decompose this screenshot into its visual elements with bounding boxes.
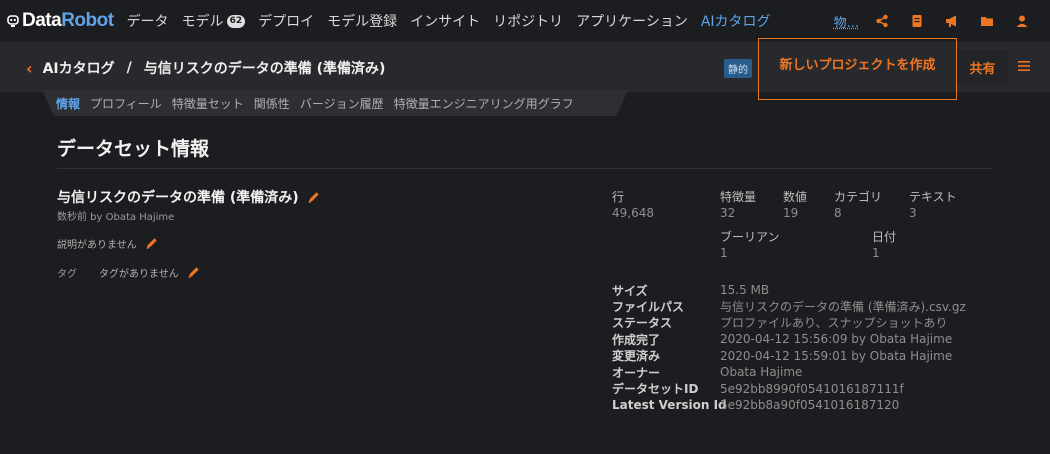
tab-feature-sets[interactable]: 特徴量セット [172,95,244,112]
tab-profile[interactable]: プロフィール [90,95,162,112]
stat-features-label: 特徴量 [720,190,757,204]
notebook-icon[interactable] [910,14,924,28]
page-title: 与信リスクのデータの準備 (準備済み) [143,61,386,77]
nav-ai-catalog[interactable]: AIカタログ [701,11,771,31]
nav-data[interactable]: データ [127,11,169,31]
tab-info[interactable]: 情報 [56,95,80,112]
stat-text-label: テキスト [909,190,957,204]
divider [57,168,992,169]
stat-text: テキスト 3 [909,188,957,220]
stat-category-value: 8 [834,206,842,220]
stat-rows-label: 行 [612,190,625,204]
dataset-metadata: サイズ 15.5 MB ファイルパス 与信リスクのデータの準備 (準備済み).csv… [612,282,966,413]
static-badge: 静的 [724,59,752,78]
section-title: データセット情報 [57,138,210,160]
tags-label: タグ [57,269,77,280]
nav-repository[interactable]: リポジトリ [493,11,563,31]
megaphone-icon[interactable] [945,14,959,28]
stat-boolean-label: ブーリアン [720,230,780,244]
nav-model-registry[interactable]: モデル登録 [327,11,397,31]
tab-relationships[interactable]: 関係性 [254,95,290,112]
meta-row-created: 作成完了 2020-04-12 15:56:09 by Obata Hajime [612,332,953,347]
tags-value: タグがありません [99,269,179,280]
stat-rows: 行 49,648 [612,188,654,220]
nav-more-link[interactable]: 物... [834,12,859,31]
stat-category: カテゴリ 8 [834,188,882,220]
share-button[interactable]: 共有 [957,50,1008,84]
stat-text-value: 3 [909,206,917,220]
breadcrumb-separator: / [126,60,132,76]
dataset-description: 説明がありません [57,236,158,251]
description-text: 説明がありません [57,240,137,251]
share-icon[interactable] [875,14,889,28]
meta-row-owner: オーナー Obata Hajime [612,365,803,380]
meta-row-status: ステータス プロファイルあり、スナップショットあり [612,316,948,331]
stat-boolean: ブーリアン 1 [720,228,780,260]
edit-name-pencil-icon[interactable] [307,191,320,204]
create-project-button[interactable]: 新しいプロジェクトを作成 [758,38,957,100]
models-count-badge: 62 [226,14,246,28]
stat-numeric-label: 数値 [783,190,808,204]
nav-insights[interactable]: インサイト [410,11,480,31]
nav-deployments[interactable]: デプロイ [258,11,314,31]
stat-boolean-value: 1 [720,246,728,260]
folder-icon[interactable] [980,14,994,28]
breadcrumb-ai-catalog[interactable]: AIカタログ [43,58,115,78]
stat-date-value: 1 [872,246,880,260]
tab-version-history[interactable]: バージョン履歴 [300,95,384,112]
stat-features: 特徴量 32 [720,188,756,220]
edit-description-pencil-icon[interactable] [145,237,158,250]
nav-models[interactable]: モデル 62 [182,11,246,31]
top-nav: DataRobot データ モデル 62 デプロイ モデル登録 インサイト リポジ… [0,0,1050,42]
meta-row-modified: 変更済み 2020-04-12 15:59:01 by Obata Hajime [612,348,953,364]
stat-numeric-value: 19 [783,206,799,220]
breadcrumb: ‹ AIカタログ / 与信リスクのデータの準備 (準備済み) [26,58,385,78]
stat-numeric: 数値 19 [783,188,807,220]
tab-feature-engineering-graph[interactable]: 特徴量エンジニアリング用グラフ [394,95,574,112]
user-icon[interactable] [1015,14,1029,28]
dataset-tags: タグ タグがありません [57,265,200,280]
chevron-left-icon[interactable]: ‹ [26,59,33,78]
meta-row-dataset-id: データセットID 5e92bb8990f0541016187111f [612,381,904,397]
stat-category-label: カテゴリ [834,190,883,204]
stat-rows-value: 49,648 [612,206,654,220]
dataset-name: 与信リスクのデータの準備 (準備済み) [57,187,320,207]
nav-applications[interactable]: アプリケーション [576,11,688,31]
dataset-tabs: 情報 プロフィール 特徴量セット 関係性 バージョン履歴 特徴量エンジニアリング… [42,90,628,116]
edit-tags-pencil-icon[interactable] [187,266,200,279]
hamburger-menu-icon[interactable] [1018,60,1030,72]
meta-row-latest-version-id: Latest Version Id 5e92bb8a90f054101618712… [612,397,900,412]
meta-row-size: サイズ 15.5 MB [612,283,770,298]
robot-icon [7,15,19,27]
dataset-header: ‹ AIカタログ / 与信リスクのデータの準備 (準備済み) 静的 新しいプロジ… [0,38,1050,100]
meta-row-file-path: ファイルパス 与信リスクのデータの準備 (準備済み).csv.gz [612,300,966,315]
dataset-name-text: 与信リスクのデータの準備 (準備済み) [57,190,299,206]
stat-date-label: 日付 [872,230,897,244]
stat-date: 日付 1 [872,228,896,260]
dataset-created-by: 数秒前 by Obata Hajime [57,212,175,223]
stat-features-value: 32 [720,206,736,220]
datarobot-logo[interactable]: DataRobot [6,0,114,42]
